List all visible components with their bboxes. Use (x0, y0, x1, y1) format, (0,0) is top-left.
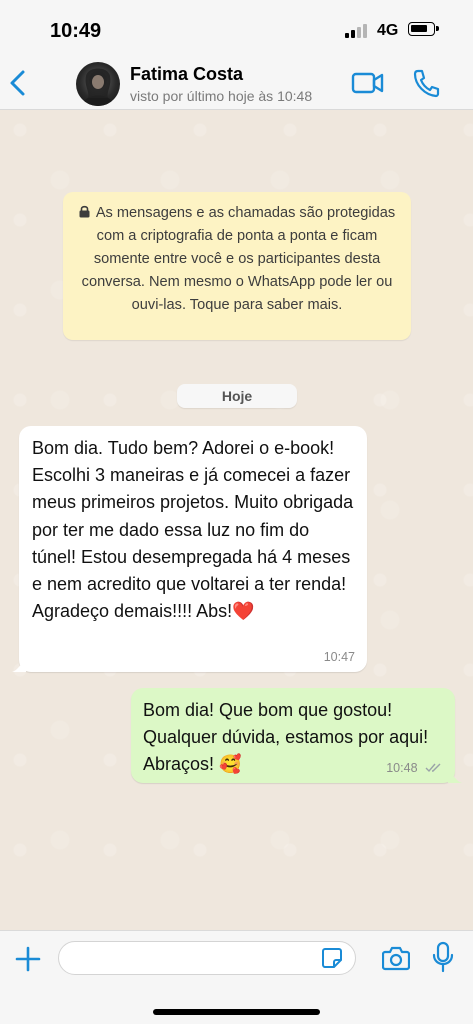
plus-icon (15, 946, 41, 972)
network-type: 4G (377, 22, 399, 39)
voice-call-button[interactable] (412, 68, 440, 98)
incoming-message[interactable]: Bom dia. Tudo bem? Adorei o e-book! Esco… (12, 426, 367, 672)
message-input[interactable] (58, 941, 356, 975)
input-bar (0, 930, 473, 1024)
encryption-notice[interactable]: As mensagens e as chamadas são protegida… (63, 192, 411, 340)
sticker-button[interactable] (321, 947, 343, 969)
chat-area[interactable]: As mensagens e as chamadas são protegida… (0, 110, 473, 930)
phone-icon (413, 69, 440, 98)
chat-header: Fatima Costa visto por último hoje às 10… (0, 56, 473, 110)
signal-icon (345, 24, 369, 38)
status-bar: 10:49 4G (0, 0, 473, 56)
battery-icon (408, 22, 439, 36)
bubble-tail (12, 658, 26, 672)
avatar-photo (82, 68, 114, 106)
outgoing-message[interactable]: Bom dia! Que bom que gostou! Qualquer dú… (131, 688, 462, 783)
double-check-icon (425, 763, 441, 773)
microphone-button[interactable] (432, 941, 454, 973)
back-button[interactable] (6, 66, 34, 100)
attach-button[interactable] (14, 945, 42, 973)
home-indicator (153, 1009, 320, 1015)
message-time: 10:47 (323, 650, 355, 664)
contact-name[interactable]: Fatima Costa (130, 64, 243, 85)
encryption-notice-text: As mensagens e as chamadas são protegida… (81, 205, 396, 313)
lock-icon (79, 205, 90, 218)
date-separator: Hoje (177, 384, 297, 408)
camera-icon (381, 946, 411, 971)
message-text: Bom dia. Tudo bem? Adorei o e-book! Esco… (32, 438, 354, 622)
sticker-icon (322, 948, 342, 968)
camera-button[interactable] (381, 945, 411, 971)
avatar[interactable] (76, 62, 120, 106)
microphone-icon (432, 941, 454, 973)
video-camera-icon (351, 72, 384, 94)
chevron-left-icon (10, 70, 25, 96)
last-seen-status: visto por último hoje às 10:48 (130, 88, 313, 104)
video-call-button[interactable] (351, 70, 385, 96)
message-time-wrapper: 10:48 (386, 761, 443, 775)
bubble-tail (448, 769, 462, 783)
message-time: 10:48 (386, 761, 418, 775)
status-time: 10:49 (50, 20, 102, 42)
